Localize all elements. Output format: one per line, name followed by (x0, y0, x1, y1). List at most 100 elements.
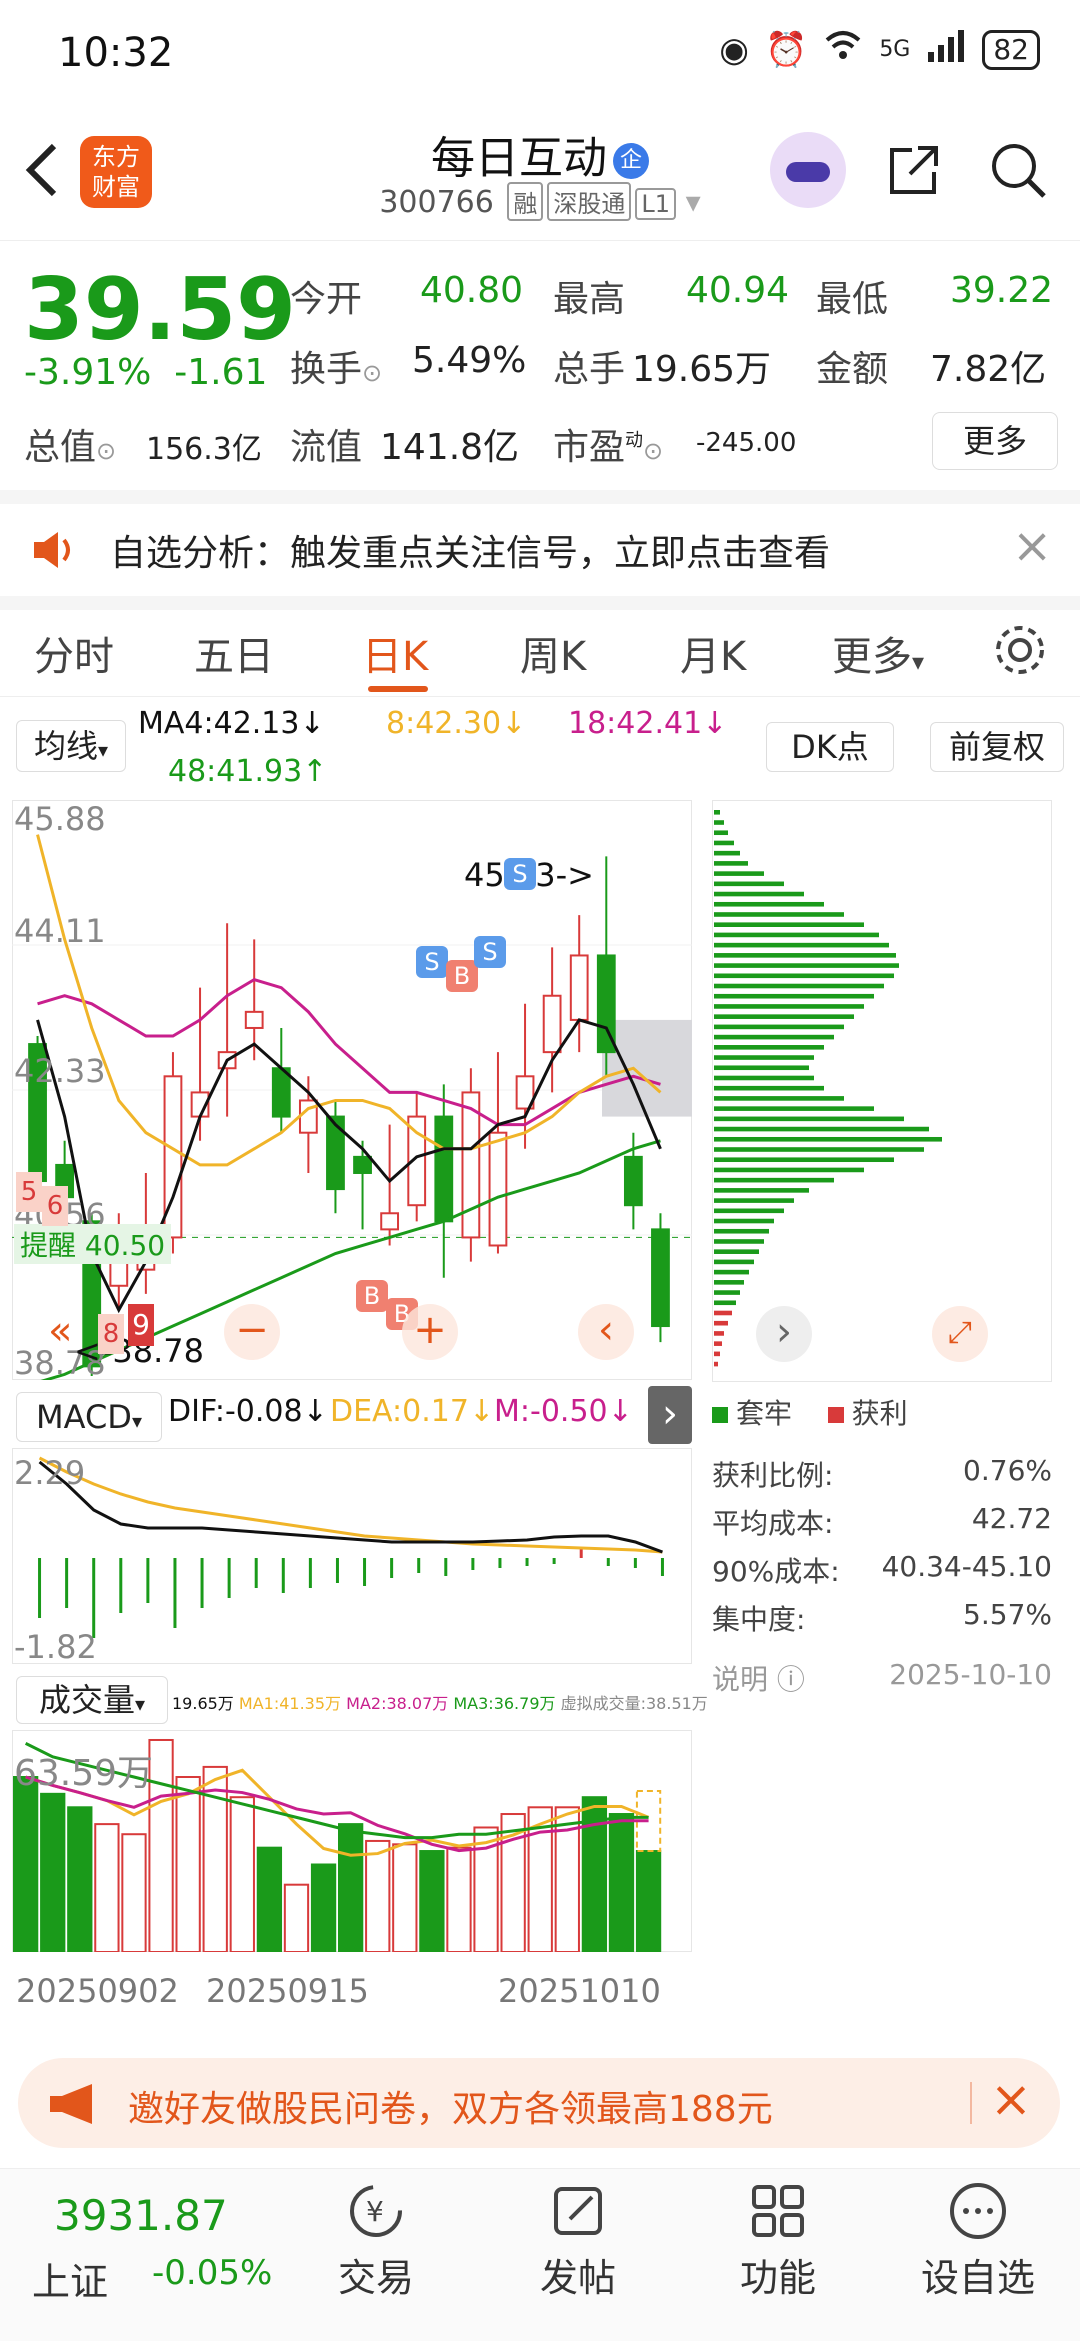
macd-selector[interactable]: MACD▾ (16, 1392, 162, 1442)
nav-post[interactable]: 发帖 (508, 2179, 648, 2302)
promo-banner[interactable]: 邀好友做股民问卷，双方各领最高188元 × (18, 2058, 1060, 2148)
info-icon[interactable]: 说明 ⓘ (712, 1658, 805, 1698)
more-button[interactable]: 更多 (932, 412, 1058, 470)
chip-bar (714, 1249, 759, 1254)
settings-gear-icon[interactable] (992, 622, 1048, 682)
tab-weekly-k[interactable]: 周K (520, 624, 586, 682)
expand-icon[interactable]: ⤢ (932, 1306, 988, 1362)
volume-bar (310, 1863, 337, 1952)
zoom-out-icon[interactable]: − (224, 1304, 280, 1360)
battery-icon: 82 (982, 29, 1040, 70)
chip-note-row: 说明 ⓘ 2025-10-10 (712, 1658, 1052, 1698)
chip-bar (714, 1096, 844, 1101)
chip-row-concentration: 集中度: 5.57% (712, 1598, 1052, 1636)
tab-five-day[interactable]: 五日 (194, 624, 274, 682)
chip-bar (714, 1167, 864, 1173)
sell-marker[interactable]: S (474, 936, 506, 968)
buy-marker[interactable]: B (446, 960, 478, 992)
macd-m: M:-0.50↓ (494, 1394, 633, 1429)
volume-bar (635, 1850, 662, 1952)
sell-marker[interactable]: S (504, 858, 536, 890)
expand-indicator-icon[interactable]: › (648, 1386, 692, 1444)
amount-label: 金额 (816, 349, 889, 390)
chip-bar (714, 1361, 718, 1367)
chip-bar (714, 1208, 784, 1214)
volume-ymax: 63.59万 (14, 1753, 154, 1794)
chip-bar (714, 1341, 722, 1346)
volume-selector[interactable]: 成交量▾ (16, 1676, 168, 1724)
chip-bar (714, 850, 740, 856)
nav-watchlist[interactable]: 设自选 (908, 2179, 1048, 2302)
adjust-button[interactable]: 前复权 (930, 722, 1064, 772)
y-axis-3: 42.33 (14, 1052, 106, 1090)
index-name[interactable]: 上证 (32, 2251, 108, 2306)
tab-intraday[interactable]: 分时 (34, 624, 114, 682)
candle (569, 954, 589, 1021)
candle (326, 1115, 345, 1191)
analysis-notice[interactable]: 自选分析：触发重点关注信号，立即点击查看 × (0, 504, 1080, 610)
candle (542, 994, 562, 1054)
chip-bar (714, 1116, 904, 1122)
low-value: 39.22 (950, 270, 1054, 311)
chip-bar (714, 820, 724, 825)
float-value: 141.8亿 (380, 427, 520, 468)
prev-icon[interactable]: ‹ (578, 1304, 634, 1360)
volume-bar (229, 1796, 255, 1952)
tag-level: L1 (635, 188, 677, 220)
chip-bar (714, 1351, 720, 1357)
nav-trade[interactable]: ¥ 交易 (306, 2179, 446, 2302)
share-icon[interactable] (884, 140, 944, 200)
candle (380, 1212, 400, 1231)
chip-bar (714, 1045, 824, 1050)
chip-bar (714, 1147, 924, 1152)
turnover-value: 5.49% (412, 340, 527, 381)
close-icon[interactable]: × (1012, 518, 1052, 574)
amount-value: 7.82亿 (930, 349, 1047, 390)
wifi-icon (823, 28, 863, 71)
buy-marker[interactable]: B (356, 1280, 388, 1312)
date-end: 20251010 (498, 1972, 661, 2010)
chip-bar (714, 1331, 724, 1336)
zoom-in-icon[interactable]: + (402, 1304, 458, 1360)
chip-bar (714, 1259, 754, 1265)
ma18-value: 18:42.41↓ (568, 706, 728, 741)
more-dots-icon (908, 2179, 1048, 2247)
ai-assistant-icon[interactable] (770, 132, 846, 208)
scroll-left-icon[interactable]: « (48, 1308, 72, 1354)
dk-point-button[interactable]: DK点 (766, 722, 894, 772)
candle (353, 1155, 372, 1174)
search-icon[interactable] (988, 140, 1048, 200)
chip-distribution-chart[interactable] (712, 800, 1052, 1382)
date-mid: 20250915 (206, 1972, 369, 2010)
chip-bar (714, 973, 894, 979)
nav-functions[interactable]: 功能 (708, 2179, 848, 2302)
tab-more[interactable]: 更多▾ (832, 624, 924, 682)
chip-bar (714, 963, 899, 968)
status-time: 10:32 (58, 30, 174, 76)
chip-bar (714, 983, 884, 989)
volume-label: 总手 (553, 349, 626, 390)
index-change[interactable]: -0.05% (152, 2253, 272, 2293)
signal-icon (926, 28, 966, 71)
speaker-icon (30, 528, 80, 572)
indicator-selector[interactable]: 均线▾ (16, 720, 126, 772)
tab-monthly-k[interactable]: 月K (680, 624, 746, 682)
chip-bar (714, 1004, 864, 1009)
volume-bar (13, 1776, 39, 1952)
dif-line (38, 1460, 663, 1554)
chip-bar (714, 1177, 834, 1183)
volume-value: 19.65万 (632, 349, 772, 390)
sell-marker[interactable]: S (416, 946, 448, 978)
current-price: 39.59 (24, 260, 297, 360)
megaphone-icon (46, 2082, 106, 2130)
macd-dea: DEA:0.17↓ (330, 1394, 495, 1429)
tab-daily-k[interactable]: 日K (362, 624, 428, 682)
tag-margin: 融 (507, 182, 544, 221)
chip-row-90-cost: 90%成本: 40.34-45.10 (712, 1550, 1052, 1588)
y-axis-2: 44.11 (14, 912, 106, 950)
price-alert-line[interactable]: 提醒 40.50 (14, 1224, 172, 1264)
volume-bar (419, 1850, 445, 1952)
index-value[interactable]: 3931.87 (54, 2191, 228, 2240)
next-icon[interactable]: › (756, 1306, 812, 1362)
close-icon[interactable]: × (990, 2070, 1032, 2128)
